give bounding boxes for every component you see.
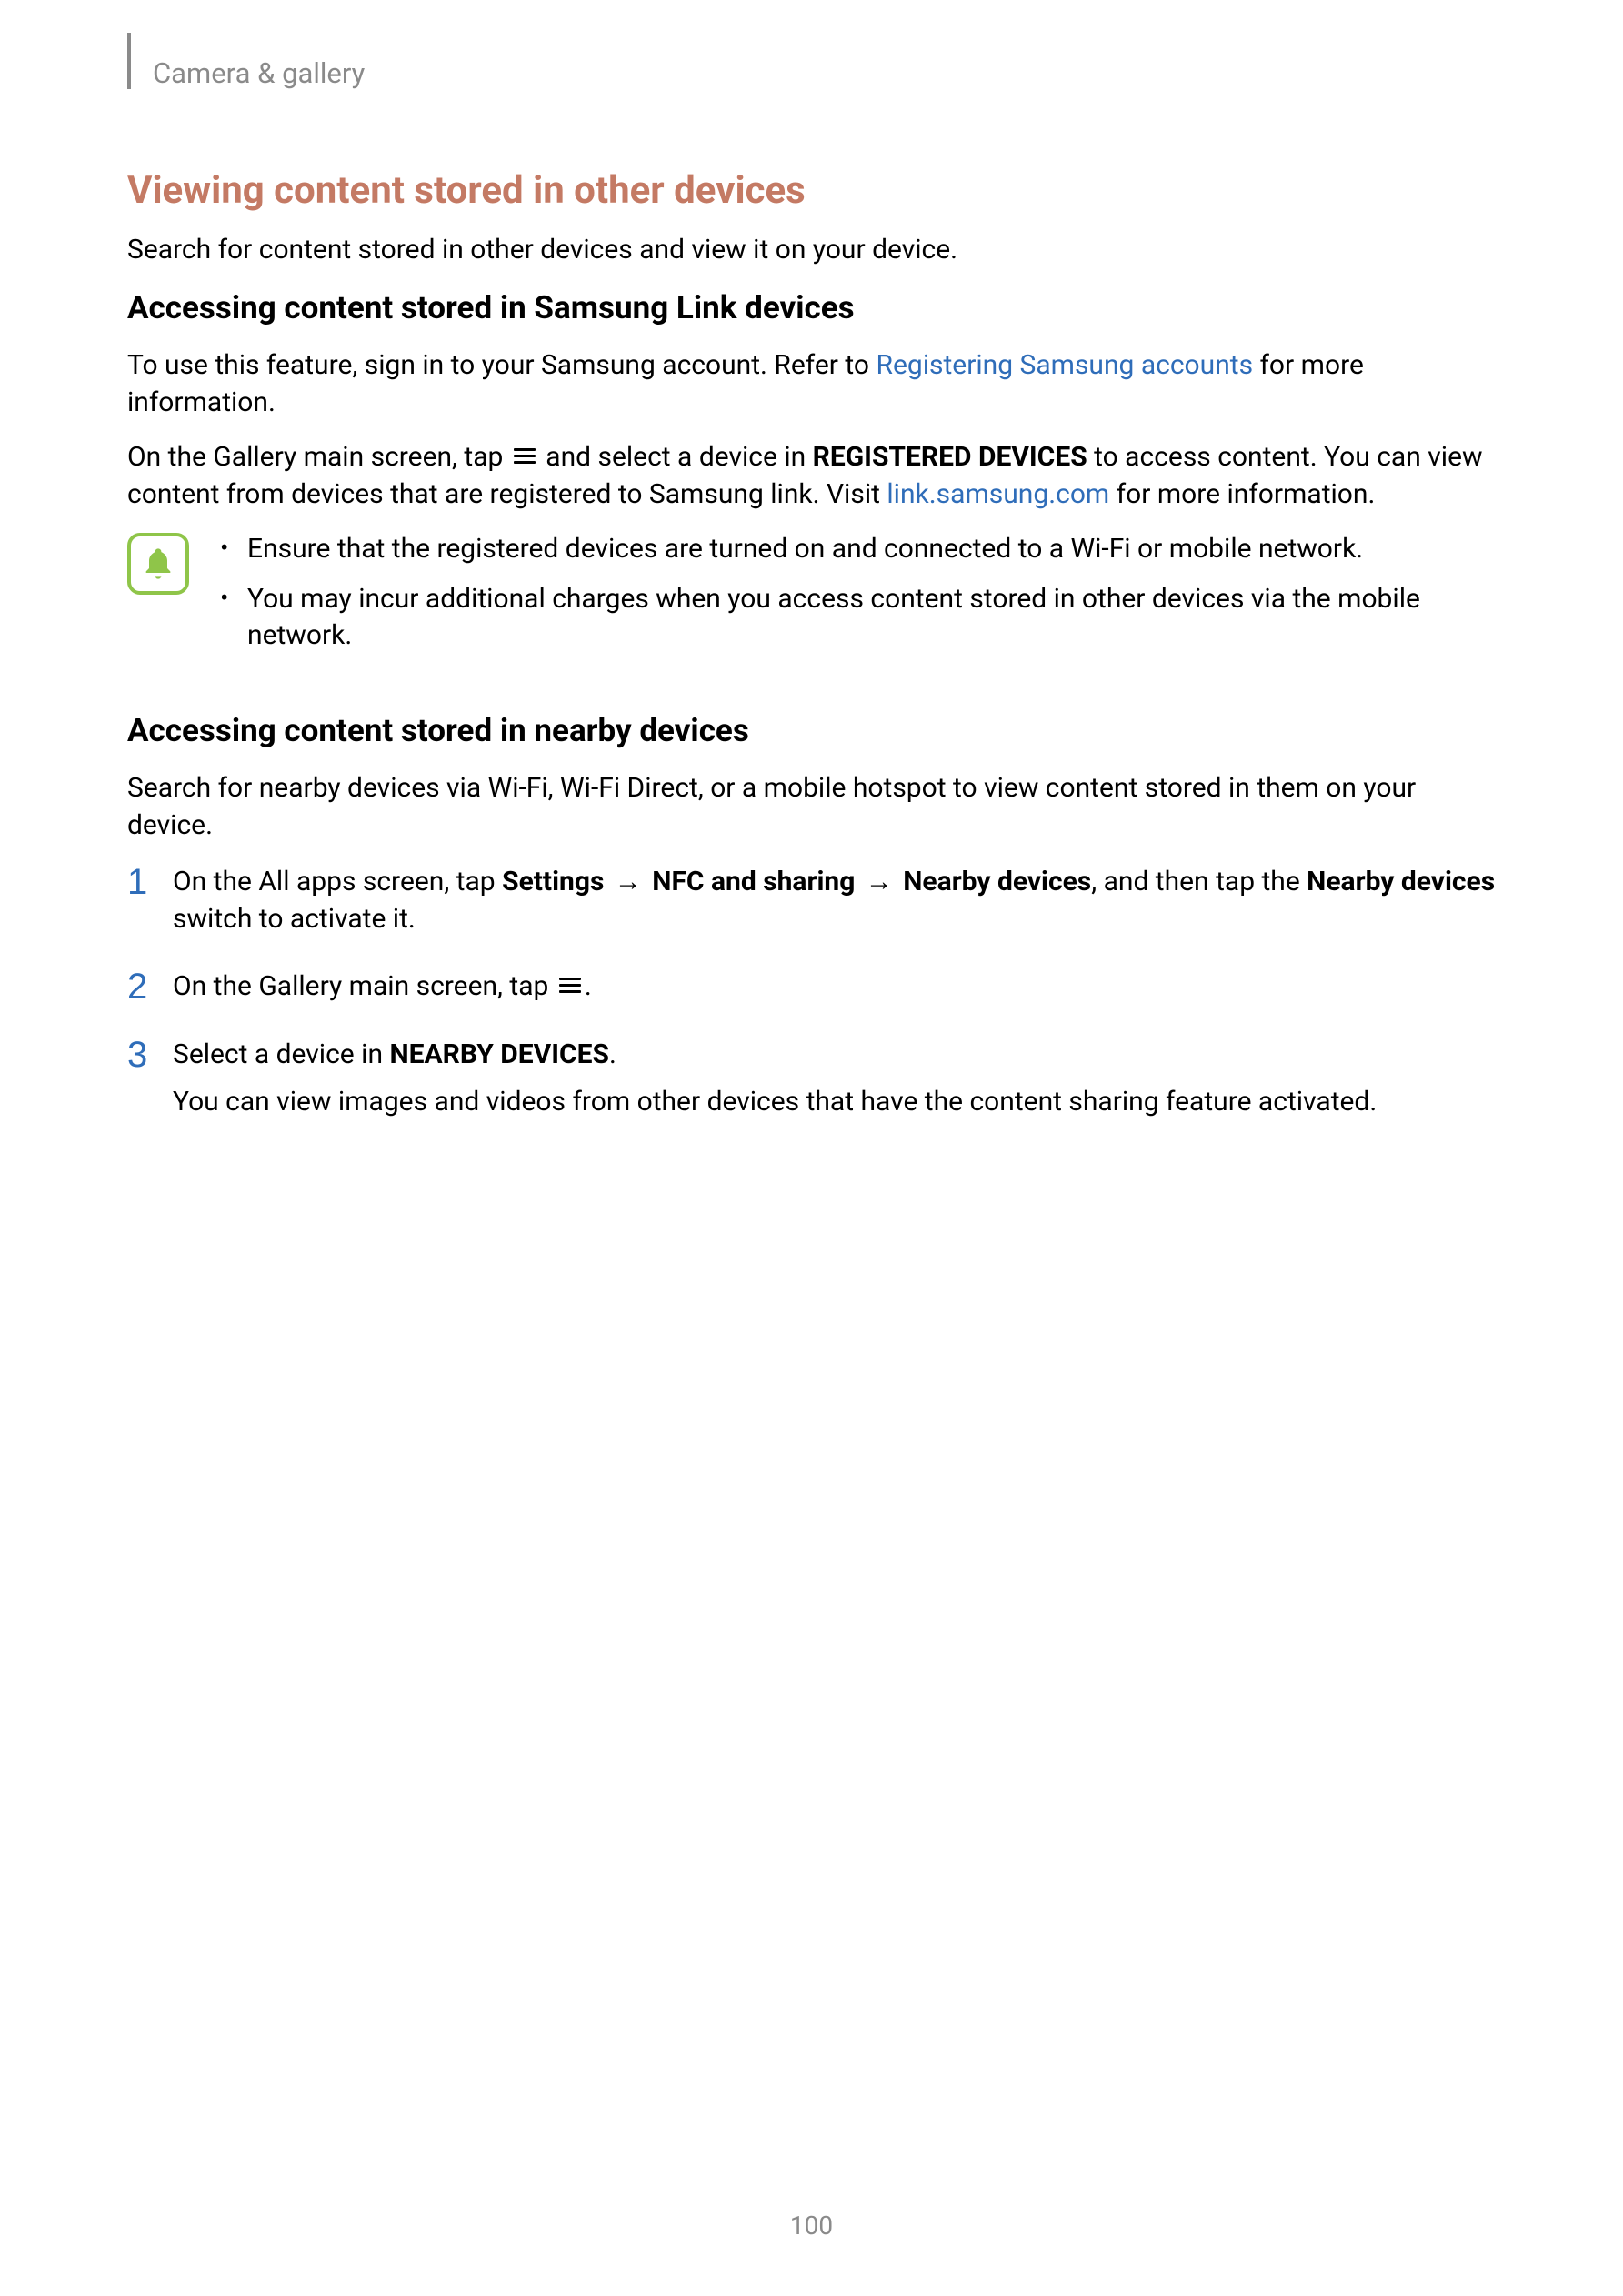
step-body: Select a device in NEARBY DEVICES. You c…: [173, 1037, 1500, 1121]
menu-icon: [514, 445, 536, 467]
arrow-icon: →: [607, 866, 648, 897]
section-intro: Search for content stored in other devic…: [127, 232, 1500, 269]
text-run: On the Gallery main screen, tap: [127, 441, 510, 473]
subsection-heading: Accessing content stored in nearby devic…: [127, 709, 1500, 752]
paragraph: On the Gallery main screen, tap and sele…: [127, 439, 1500, 513]
bold-text: NEARBY DEVICES: [389, 1038, 609, 1070]
notice-block: Ensure that the registered devices are t…: [127, 531, 1500, 667]
link-registering-accounts[interactable]: Registering Samsung accounts: [876, 349, 1253, 381]
step-list: 1 On the All apps screen, tap Settings →…: [127, 864, 1500, 1121]
menu-icon: [559, 974, 581, 997]
step-item: 1 On the All apps screen, tap Settings →…: [127, 864, 1500, 937]
text-run: for more information.: [1109, 478, 1375, 510]
step-number: 1: [127, 864, 164, 900]
bold-text: Nearby devices: [1307, 866, 1495, 897]
bold-text: Settings: [502, 866, 604, 897]
section-heading: Viewing content stored in other devices: [127, 165, 1500, 217]
page-number: 100: [0, 2209, 1623, 2243]
notice-list: Ensure that the registered devices are t…: [215, 531, 1500, 667]
paragraph: You can view images and videos from othe…: [173, 1084, 1500, 1121]
step-number: 2: [127, 968, 164, 1005]
text-run: .: [585, 970, 592, 1002]
text-run: Select a device in: [173, 1038, 389, 1070]
text-run: and select a device in: [539, 441, 813, 473]
text-run: , and then tap the: [1091, 866, 1307, 897]
step-number: 3: [127, 1037, 164, 1073]
step-item: 2 On the Gallery main screen, tap .: [127, 968, 1500, 1006]
text-run: To use this feature, sign in to your Sam…: [127, 349, 876, 381]
text-run: On the All apps screen, tap: [173, 866, 502, 897]
paragraph: To use this feature, sign in to your Sam…: [127, 347, 1500, 421]
bell-icon: [127, 533, 189, 595]
section-samsung-link: Accessing content stored in Samsung Link…: [127, 286, 1500, 667]
step-item: 3 Select a device in NEARBY DEVICES. You…: [127, 1037, 1500, 1121]
text-run: switch to activate it.: [173, 903, 416, 935]
bold-text: Nearby devices: [903, 866, 1091, 897]
breadcrumb-text: Camera & gallery: [153, 55, 365, 93]
link-samsung-link[interactable]: link.samsung.com: [887, 478, 1109, 510]
bold-text: NFC and sharing: [652, 866, 855, 897]
notice-item: You may incur additional charges when yo…: [215, 581, 1500, 655]
text-run: .: [609, 1038, 616, 1070]
header-accent-bar: [127, 33, 131, 89]
step-body: On the Gallery main screen, tap .: [173, 968, 1500, 1006]
text-run: On the Gallery main screen, tap: [173, 970, 556, 1002]
paragraph: Search for nearby devices via Wi-Fi, Wi-…: [127, 770, 1500, 844]
notice-item: Ensure that the registered devices are t…: [215, 531, 1500, 568]
bold-text: REGISTERED DEVICES: [813, 441, 1087, 473]
arrow-icon: →: [858, 866, 899, 897]
subsection-heading: Accessing content stored in Samsung Link…: [127, 286, 1500, 329]
step-body: On the All apps screen, tap Settings → N…: [173, 864, 1500, 937]
section-nearby-devices: Accessing content stored in nearby devic…: [127, 709, 1500, 1121]
breadcrumb: Camera & gallery: [127, 55, 1500, 93]
